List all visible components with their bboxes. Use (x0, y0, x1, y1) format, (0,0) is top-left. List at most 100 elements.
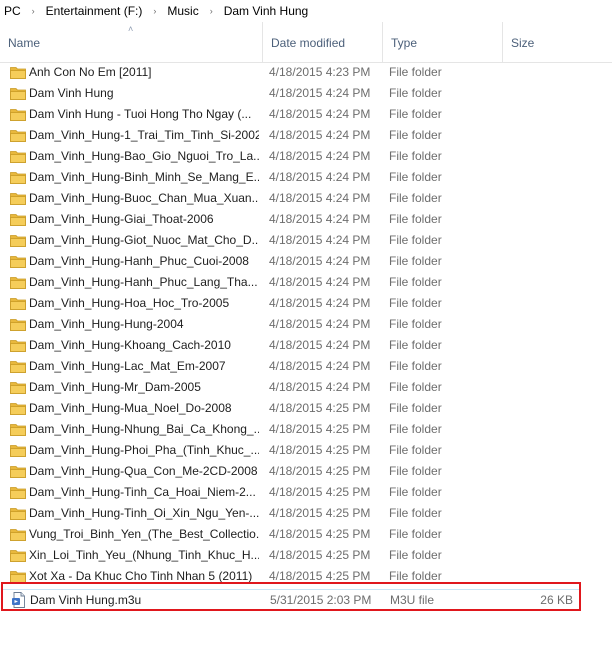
folder-icon (10, 255, 26, 268)
file-type: File folder (389, 422, 442, 436)
breadcrumb-item[interactable]: Music (163, 4, 202, 18)
file-date-modified: 4/18/2015 4:24 PM (269, 359, 371, 373)
breadcrumb-item[interactable]: PC (0, 4, 25, 18)
folder-icon (10, 423, 26, 436)
folder-icon (10, 150, 26, 163)
file-row[interactable]: Dam_Vinh_Hung-Giai_Thoat-2006 4/18/2015 4… (2, 209, 580, 230)
file-row[interactable]: Dam_Vinh_Hung-Hanh_Phuc_Cuoi-2008 4/18/20… (2, 251, 580, 272)
file-date-modified: 4/18/2015 4:24 PM (269, 233, 371, 247)
file-type: File folder (389, 485, 442, 499)
file-row[interactable]: Xin_Loi_Tinh_Yeu_(Nhung_Tinh_Khuc_H... 4/… (2, 545, 580, 566)
file-row[interactable]: Dam_Vinh_Hung-Mr_Dam-2005 4/18/2015 4:24 … (2, 377, 580, 398)
file-date-modified: 4/18/2015 4:24 PM (269, 254, 371, 268)
breadcrumb-separator-icon[interactable]: › (146, 6, 163, 16)
file-row[interactable]: Dam_Vinh_Hung-Khoang_Cach-2010 4/18/2015 … (2, 335, 580, 356)
file-type: File folder (389, 212, 442, 226)
file-type: File folder (389, 191, 442, 205)
folder-icon (10, 276, 26, 289)
column-header-type[interactable]: Type (382, 22, 502, 62)
file-date-modified: 4/18/2015 4:25 PM (269, 548, 371, 562)
file-row[interactable]: Dam_Vinh_Hung-Binh_Minh_Se_Mang_E... 4/18… (2, 167, 580, 188)
file-row[interactable]: Anh Con No Em [2011] 4/18/2015 4:23 PM Fil… (2, 62, 580, 83)
file-row[interactable]: Dam_Vinh_Hung-Mua_Noel_Do-2008 4/18/2015 … (2, 398, 580, 419)
file-date-modified: 4/18/2015 4:25 PM (269, 506, 371, 520)
file-date-modified: 4/18/2015 4:24 PM (269, 128, 371, 142)
breadcrumb-separator-icon[interactable]: › (25, 6, 42, 16)
file-name: Anh Con No Em [2011] (29, 65, 152, 79)
file-row[interactable]: Dam Vinh Hung 4/18/2015 4:24 PM File folde… (2, 83, 580, 104)
file-name: Dam_Vinh_Hung-Hanh_Phuc_Lang_Tha... (29, 275, 258, 289)
folder-icon (10, 549, 26, 562)
file-row[interactable]: Dam_Vinh_Hung-Hanh_Phuc_Lang_Tha... 4/18/… (2, 272, 580, 293)
folder-icon (10, 66, 26, 79)
file-row[interactable]: Dam_Vinh_Hung-Qua_Con_Me-2CD-2008 4/18/20… (2, 461, 580, 482)
folder-icon (10, 234, 26, 247)
file-type: File folder (389, 443, 442, 457)
file-type: File folder (389, 149, 442, 163)
file-row[interactable]: Dam_Vinh_Hung-Nhung_Bai_Ca_Khong_... 4/18… (2, 419, 580, 440)
file-row[interactable]: Dam_Vinh_Hung-Tinh_Ca_Hoai_Niem-2... 4/18… (2, 482, 580, 503)
file-type: File folder (389, 548, 442, 562)
file-date-modified: 4/18/2015 4:24 PM (269, 86, 371, 100)
file-date-modified: 4/18/2015 4:25 PM (269, 401, 371, 415)
file-date-modified: 4/18/2015 4:24 PM (269, 149, 371, 163)
folder-icon (10, 171, 26, 184)
folder-icon (10, 444, 26, 457)
file-type: File folder (389, 296, 442, 310)
file-type: File folder (389, 527, 442, 541)
file-type: File folder (389, 254, 442, 268)
file-row[interactable]: Dam_Vinh_Hung-Phoi_Pha_(Tinh_Khuc_... 4/1… (2, 440, 580, 461)
file-date-modified: 4/18/2015 4:24 PM (269, 317, 371, 331)
file-row[interactable]: Dam_Vinh_Hung-Hung-2004 4/18/2015 4:24 PM… (2, 314, 580, 335)
file-type: File folder (389, 317, 442, 331)
file-row[interactable]: Dam_Vinh_Hung-1_Trai_Tim_Tinh_Si-2002 4/1… (2, 125, 580, 146)
folder-icon (10, 297, 26, 310)
column-header-type-label: Type (391, 36, 418, 50)
breadcrumb-separator-icon[interactable]: › (203, 6, 220, 16)
file-type: File folder (389, 65, 442, 79)
file-name: Dam_Vinh_Hung-Binh_Minh_Se_Mang_E... (29, 170, 259, 184)
file-type: File folder (389, 338, 442, 352)
breadcrumb-item[interactable]: Entertainment (F:) (42, 4, 147, 18)
file-name: Dam_Vinh_Hung-Qua_Con_Me-2CD-2008 (29, 464, 258, 478)
folder-icon (10, 507, 26, 520)
file-row[interactable]: Vung_Troi_Binh_Yen_(The_Best_Collectio..… (2, 524, 580, 545)
folder-icon (10, 486, 26, 499)
file-row[interactable]: Dam_Vinh_Hung-Tinh_Oi_Xin_Ngu_Yen-... 4/1… (2, 503, 580, 524)
file-date-modified: 4/18/2015 4:24 PM (269, 275, 371, 289)
column-header-size-label: Size (511, 36, 535, 50)
file-name: Dam_Vinh_Hung-Giot_Nuoc_Mat_Cho_D... (29, 233, 259, 247)
file-date-modified: 4/18/2015 4:24 PM (269, 170, 371, 184)
file-date-modified: 4/18/2015 4:25 PM (269, 422, 371, 436)
file-date-modified: 4/18/2015 4:25 PM (269, 443, 371, 457)
column-header-size[interactable]: Size (502, 22, 612, 62)
column-header-name[interactable]: Name ˄ (0, 22, 262, 62)
file-name: Dam_Vinh_Hung-Buoc_Chan_Mua_Xuan... (29, 191, 259, 205)
sort-ascending-icon: ˄ (128, 24, 134, 34)
file-row[interactable]: Dam_Vinh_Hung-Bao_Gio_Nguoi_Tro_La... 4/1… (2, 146, 580, 167)
breadcrumb-item[interactable]: Dam Vinh Hung (220, 4, 313, 18)
file-name: Dam_Vinh_Hung-Nhung_Bai_Ca_Khong_... (29, 422, 259, 436)
file-row[interactable]: Dam_Vinh_Hung-Buoc_Chan_Mua_Xuan... 4/18/… (2, 188, 580, 209)
file-row[interactable]: Dam_Vinh_Hung-Hoa_Hoc_Tro-2005 4/18/2015 … (2, 293, 580, 314)
file-name: Dam_Vinh_Hung-Tinh_Oi_Xin_Ngu_Yen-... (29, 506, 259, 520)
column-header: Name ˄ Date modified Type Size (0, 22, 612, 63)
file-name: Dam_Vinh_Hung-Mua_Noel_Do-2008 (29, 401, 232, 415)
file-row[interactable]: Dam_Vinh_Hung-Lac_Mat_Em-2007 4/18/2015 4… (2, 356, 580, 377)
file-name: Dam_Vinh_Hung-1_Trai_Tim_Tinh_Si-2002 (29, 128, 259, 142)
file-type: File folder (389, 86, 442, 100)
file-type: File folder (389, 233, 442, 247)
column-header-date-modified[interactable]: Date modified (262, 22, 382, 62)
breadcrumb: PC › Entertainment (F:) › Music › Dam Vinh Hun… (0, 0, 612, 22)
file-date-modified: 4/18/2015 4:25 PM (269, 485, 371, 499)
file-date-modified: 4/18/2015 4:25 PM (269, 464, 371, 478)
file-row[interactable]: Dam_Vinh_Hung-Giot_Nuoc_Mat_Cho_D... 4/18… (2, 230, 580, 251)
file-type: File folder (389, 464, 442, 478)
highlight-box (1, 582, 581, 611)
file-name: Xin_Loi_Tinh_Yeu_(Nhung_Tinh_Khuc_H... (29, 548, 259, 562)
file-type: File folder (389, 170, 442, 184)
folder-icon (10, 465, 26, 478)
file-name: Dam_Vinh_Hung-Mr_Dam-2005 (29, 380, 201, 394)
file-row[interactable]: Dam Vinh Hung - Tuoi Hong Tho Ngay (... 4… (2, 104, 580, 125)
folder-icon (10, 528, 26, 541)
